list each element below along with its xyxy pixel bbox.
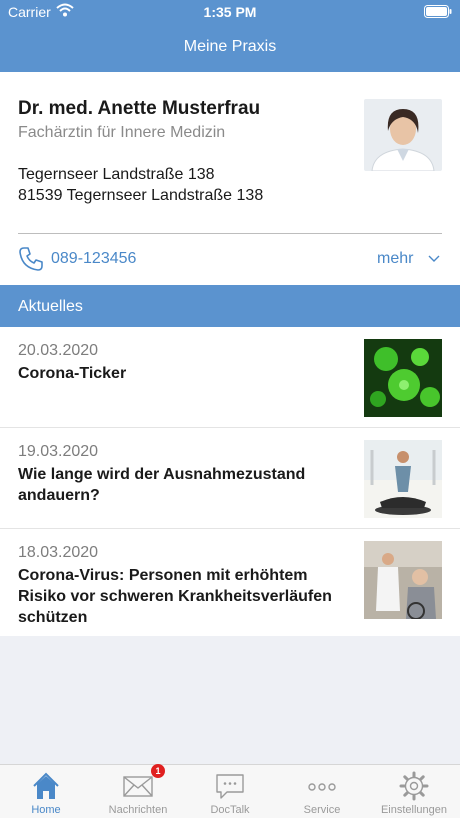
status-bar: Carrier 1:35 PM	[0, 0, 460, 24]
tab-label: Einstellungen	[380, 804, 448, 816]
home-icon	[33, 772, 59, 799]
gear-icon	[399, 771, 429, 801]
notification-badge: 1	[151, 764, 165, 778]
tab-label: DocTalk	[210, 804, 250, 816]
chevron-down-icon[interactable]	[428, 255, 440, 263]
news-thumbnail-virus	[364, 339, 442, 417]
tab-label: Nachrichten	[108, 804, 168, 816]
doctor-name: Dr. med. Anette Musterfrau	[18, 98, 261, 119]
divider	[18, 233, 442, 234]
address-city: 81539 Tegernseer Landstraße 138	[18, 187, 264, 204]
doctor-photo	[364, 99, 442, 171]
tab-bar: Home Nachrichten DocTalk Service Einstel…	[0, 764, 460, 818]
more-dots-icon	[308, 783, 336, 791]
tab-label: Service	[303, 804, 341, 816]
battery-icon	[424, 5, 452, 18]
tab-doctalk[interactable]: DocTalk	[184, 765, 276, 818]
doctor-specialty: Fachärztin für Innere Medizin	[18, 124, 226, 141]
news-date: 19.03.2020	[18, 443, 99, 460]
address-street: Tegernseer Landstraße 138	[18, 166, 215, 183]
section-header: Aktuelles	[0, 285, 460, 327]
page-title: Meine Praxis	[183, 38, 277, 55]
phone-link[interactable]: 089-123456	[51, 250, 136, 268]
app-header: Carrier 1:35 PM Meine Praxis	[0, 0, 460, 72]
news-title: Wie lange wird der Ausnahmezustand andau…	[18, 466, 306, 504]
news-thumbnail-doctor-patient	[364, 541, 442, 619]
news-date: 18.03.2020	[18, 544, 99, 561]
section-title: Aktuelles	[18, 298, 83, 315]
tab-settings[interactable]: Einstellungen	[368, 765, 460, 818]
practice-profile-card: Dr. med. Anette Musterfrau Fachärztin fü…	[0, 72, 460, 285]
phone-icon[interactable]	[18, 246, 44, 272]
news-item[interactable]: 18.03.2020 Corona-Virus: Personen mit er…	[0, 529, 460, 636]
news-title: Corona-Virus: Personen mit erhöhtem Risi…	[18, 567, 332, 626]
news-thumbnail-meditation	[364, 440, 442, 518]
tab-service[interactable]: Service	[276, 765, 368, 818]
tab-label: Home	[31, 804, 61, 816]
news-item[interactable]: 19.03.2020 Wie lange wird der Ausnahmezu…	[0, 428, 460, 529]
news-title: Corona-Ticker	[18, 365, 127, 382]
news-item[interactable]: 20.03.2020 Corona-Ticker	[0, 327, 460, 428]
mail-icon	[123, 776, 153, 797]
status-time: 1:35 PM	[203, 4, 257, 20]
news-list: 20.03.2020 Corona-Ticker 19.03.2020 Wie …	[0, 327, 460, 636]
tab-home[interactable]: Home	[0, 765, 92, 818]
chat-icon	[216, 774, 244, 799]
news-date: 20.03.2020	[18, 342, 99, 359]
tab-messages[interactable]: Nachrichten	[92, 765, 184, 818]
more-button[interactable]: mehr	[377, 250, 413, 268]
